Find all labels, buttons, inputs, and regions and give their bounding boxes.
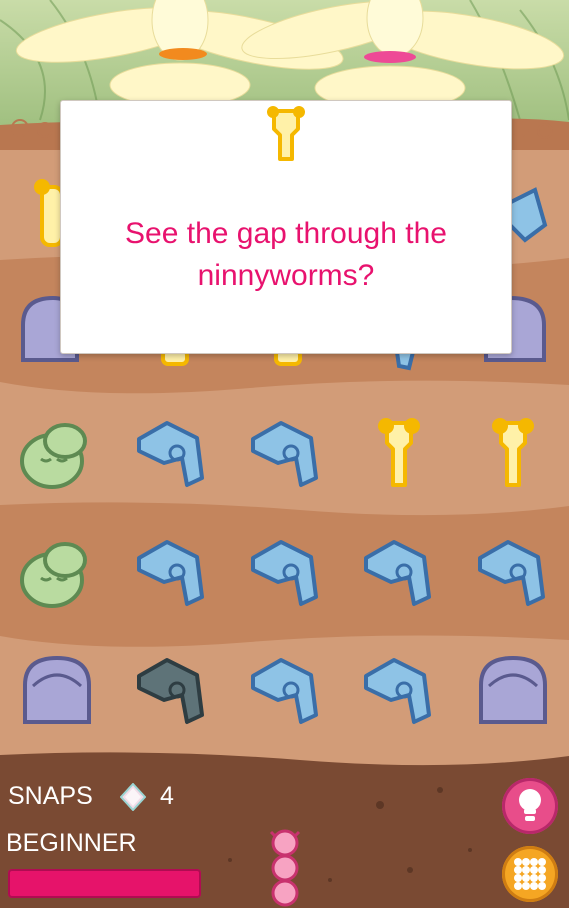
blue-worm-piece[interactable] [394,350,416,371]
dialog-message: See the gap through the ninnyworms? [61,213,511,297]
grey-bug-piece[interactable] [23,655,91,724]
dialog-message-line-2: ninnyworms? [197,259,375,292]
level-label: BEGINNER [6,829,137,857]
snaps-count: 4 [160,782,174,810]
hint-dialog[interactable]: See the gap through the ninnyworms? [60,100,512,354]
hint-icon [519,789,541,821]
snaps-label: SNAPS [8,782,93,810]
pink-worm-character [269,829,301,907]
menu-button[interactable] [502,846,558,902]
hint-button[interactable] [502,778,558,834]
level-progress-bar [8,869,201,898]
diamond-icon [120,783,146,811]
dialog-message-line-1: See the gap through the [125,217,447,250]
grey-bug-piece[interactable] [479,655,547,724]
grid-menu-icon [514,858,546,890]
bone-piece-icon [267,106,305,161]
